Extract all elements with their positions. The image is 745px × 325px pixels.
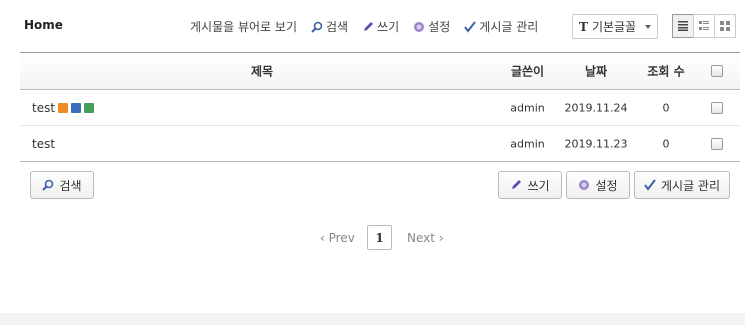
- settings-button-label: 설정: [595, 178, 618, 193]
- list-view-button[interactable]: [672, 14, 694, 38]
- post-date: 2019.11.24: [564, 101, 628, 114]
- font-icon: T: [579, 19, 588, 34]
- check-icon: [464, 20, 477, 33]
- header-settings-link[interactable]: 설정: [413, 18, 450, 35]
- header-manage-link[interactable]: 게시글 관리: [464, 18, 538, 35]
- row-checkbox[interactable]: [711, 101, 723, 114]
- search-button[interactable]: 검색: [30, 171, 94, 199]
- view-mode-toggle: [672, 14, 736, 38]
- next-page-link[interactable]: Next ›: [407, 231, 444, 245]
- gear-icon: [579, 180, 590, 190]
- gallery-view-button[interactable]: [714, 14, 736, 38]
- settings-button[interactable]: 설정: [566, 171, 630, 199]
- header-search-link[interactable]: 검색: [311, 18, 348, 35]
- font-select-value: 기본글꼴: [591, 20, 637, 34]
- check-icon: [644, 179, 656, 191]
- post-author[interactable]: admin: [504, 137, 551, 150]
- table-row: test admin 2019.11.23 0: [20, 126, 740, 162]
- view-board-label: 게시물을 뷰어로 보기: [190, 20, 297, 34]
- list-view-icon: [678, 21, 688, 31]
- header-links: 게시물을 뷰어로 보기 검색 쓰기 설정 게시글 관리: [190, 18, 538, 35]
- save-icon: [71, 102, 82, 113]
- board-header: Home 게시물을 뷰어로 보기 검색 쓰기 설정 게시글 관리 T 기본글꼴: [0, 0, 745, 52]
- column-date[interactable]: 날짜: [561, 63, 631, 80]
- webzine-view-button[interactable]: [693, 14, 715, 38]
- header-manage-label: 게시글 관리: [479, 20, 539, 34]
- table-header: 제목 글쓴이 날짜 조회 수: [20, 52, 740, 90]
- pencil-icon: [364, 21, 374, 31]
- home-link[interactable]: Home: [24, 18, 63, 32]
- post-views: 0: [662, 101, 670, 114]
- new-badge-icon: [58, 102, 69, 113]
- column-author[interactable]: 글쓴이: [504, 63, 551, 80]
- header-settings-label: 설정: [428, 20, 451, 34]
- post-views: 0: [662, 137, 670, 150]
- post-title[interactable]: test: [32, 137, 55, 151]
- board-table: 제목 글쓴이 날짜 조회 수 test admin 2019.11.24 0 t…: [20, 52, 740, 162]
- post-date: 2019.11.23: [564, 137, 628, 150]
- column-views[interactable]: 조회 수: [642, 63, 690, 80]
- header-search-label: 검색: [326, 20, 349, 34]
- prev-page-link[interactable]: ‹ Prev: [320, 231, 355, 245]
- font-select[interactable]: T 기본글꼴: [572, 14, 658, 39]
- post-author[interactable]: admin: [504, 101, 551, 114]
- write-button-label: 쓰기: [527, 178, 550, 193]
- post-title-text[interactable]: test: [32, 137, 55, 151]
- row-checkbox[interactable]: [711, 137, 723, 150]
- image-icon: [84, 102, 95, 113]
- post-title[interactable]: test: [32, 101, 95, 115]
- gear-icon: [414, 21, 425, 32]
- pagination: ‹ Prev 1 Next ›: [0, 225, 745, 251]
- search-icon: [42, 179, 54, 191]
- select-all-checkbox[interactable]: [711, 65, 723, 77]
- chevron-down-icon: [645, 25, 651, 29]
- board-page: Home 게시물을 뷰어로 보기 검색 쓰기 설정 게시글 관리 T 기본글꼴: [0, 0, 745, 313]
- manage-button-label: 게시글 관리: [660, 178, 720, 193]
- webzine-view-icon: [699, 21, 709, 30]
- column-title[interactable]: 제목: [20, 63, 504, 80]
- pencil-icon: [512, 180, 522, 189]
- write-button[interactable]: 쓰기: [498, 171, 562, 199]
- search-icon: [311, 21, 323, 33]
- post-title-text[interactable]: test: [32, 101, 55, 115]
- search-button-label: 검색: [59, 178, 82, 193]
- header-write-label: 쓰기: [377, 20, 400, 34]
- header-write-link[interactable]: 쓰기: [362, 18, 399, 35]
- current-page[interactable]: 1: [367, 225, 392, 250]
- table-row: test admin 2019.11.24 0: [20, 90, 740, 126]
- gallery-view-icon: [720, 21, 730, 31]
- manage-button[interactable]: 게시글 관리: [634, 171, 730, 199]
- view-board-link[interactable]: 게시물을 뷰어로 보기: [190, 18, 297, 35]
